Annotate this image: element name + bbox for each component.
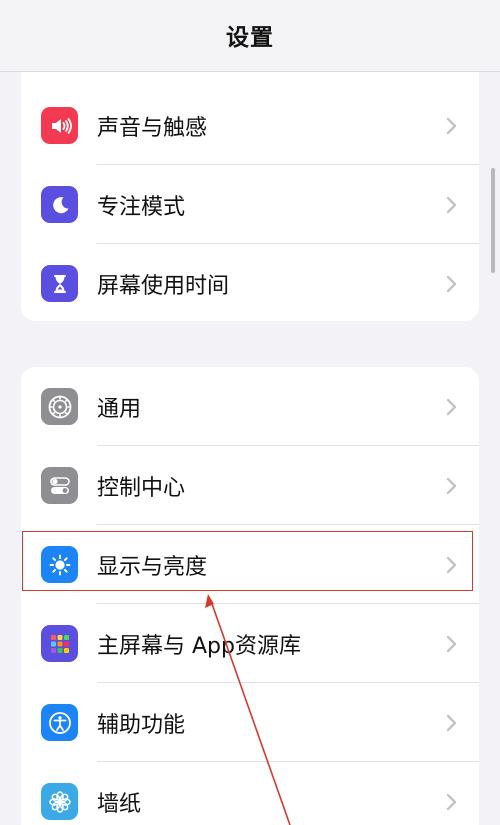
settings-row-label: 控制中心 xyxy=(97,475,186,501)
moon-icon xyxy=(41,186,78,223)
settings-group-2: 通用 控制中心 显示与亮度 主屏幕与 App资源库 辅助功能 墙纸 xyxy=(21,367,479,825)
accessibility-icon xyxy=(41,704,78,741)
settings-row-home-screen[interactable]: 主屏幕与 App资源库 xyxy=(21,604,479,683)
settings-row-accessibility[interactable]: 辅助功能 xyxy=(21,683,479,762)
flower-icon xyxy=(41,783,78,820)
chevron-right-icon xyxy=(446,196,457,213)
settings-row-sounds[interactable]: 声音与触感 xyxy=(21,86,479,165)
settings-row-screen-time[interactable]: 屏幕使用时间 xyxy=(21,244,479,321)
settings-screen: 声音与触感 专注模式 屏幕使用时间 通用 控制中心 显示与亮度 主屏幕与 App… xyxy=(0,0,500,825)
settings-row-label: 屏幕使用时间 xyxy=(97,273,230,299)
chevron-right-icon xyxy=(446,398,457,415)
settings-row-label: 主屏幕与 App资源库 xyxy=(97,633,301,659)
settings-row-wallpaper[interactable]: 墙纸 xyxy=(21,762,479,825)
chevron-right-icon xyxy=(446,275,457,292)
chevron-right-icon xyxy=(446,714,457,731)
gear-icon xyxy=(41,388,78,425)
app-grid-icon xyxy=(41,625,78,662)
settings-row-label: 专注模式 xyxy=(97,194,186,220)
chevron-right-icon xyxy=(446,117,457,134)
chevron-right-icon xyxy=(446,477,457,494)
chevron-right-icon xyxy=(446,635,457,652)
scroll-indicator[interactable] xyxy=(491,168,495,273)
annotation-highlight-box xyxy=(22,531,473,591)
chevron-right-icon xyxy=(446,793,457,810)
navigation-bar: 设置 xyxy=(0,0,500,72)
toggles-icon xyxy=(41,467,78,504)
hourglass-icon xyxy=(41,265,78,302)
page-title: 设置 xyxy=(226,24,274,51)
settings-row-label: 辅助功能 xyxy=(97,712,186,738)
settings-group-1: 声音与触感 专注模式 屏幕使用时间 xyxy=(21,56,479,321)
settings-row-control-center[interactable]: 控制中心 xyxy=(21,446,479,525)
settings-row-label: 声音与触感 xyxy=(97,115,208,141)
settings-row-focus[interactable]: 专注模式 xyxy=(21,165,479,244)
settings-row-label: 通用 xyxy=(97,396,142,422)
settings-row-label: 墙纸 xyxy=(97,791,142,817)
speaker-icon xyxy=(41,107,78,144)
settings-row-general[interactable]: 通用 xyxy=(21,367,479,446)
